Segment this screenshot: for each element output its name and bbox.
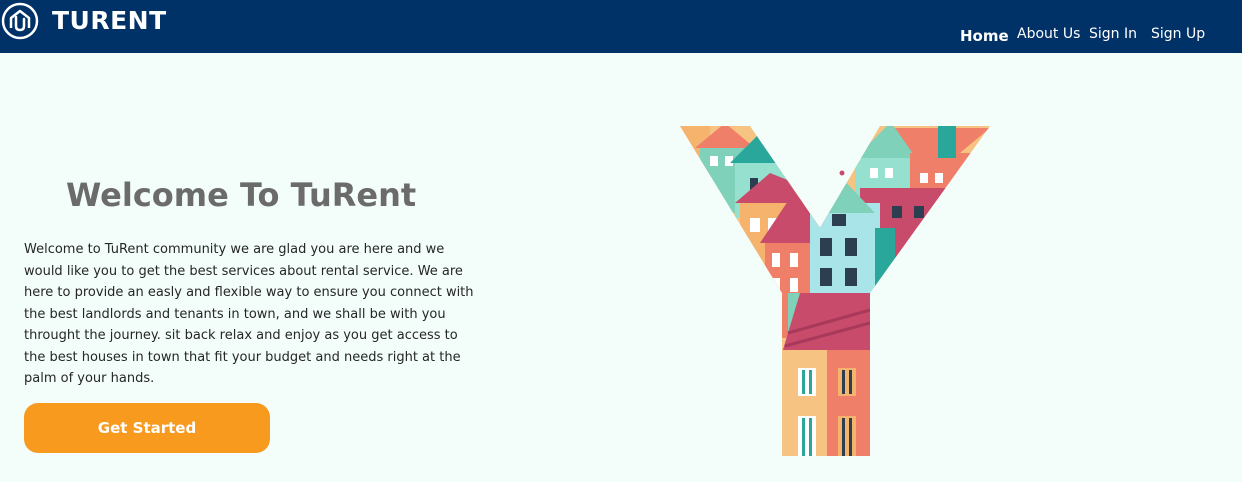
get-started-button[interactable]: Get Started: [24, 403, 270, 453]
nav-link-about-us[interactable]: About Us: [1017, 26, 1080, 42]
nav-link-sign-in[interactable]: Sign In: [1089, 26, 1137, 42]
hero-title: Welcome To TuRent: [66, 176, 417, 214]
nav-link-sign-up[interactable]: Sign Up: [1151, 26, 1205, 42]
brand-name[interactable]: TURENT: [52, 6, 167, 35]
houses-y-illustration: [680, 126, 990, 456]
house-logo-icon[interactable]: [1, 2, 39, 40]
hero-description: Welcome to TuRent community we are glad …: [24, 242, 474, 386]
nav-link-home[interactable]: Home: [960, 27, 1009, 45]
top-navbar: TURENT Home About Us Sign In Sign Up: [0, 0, 1242, 53]
